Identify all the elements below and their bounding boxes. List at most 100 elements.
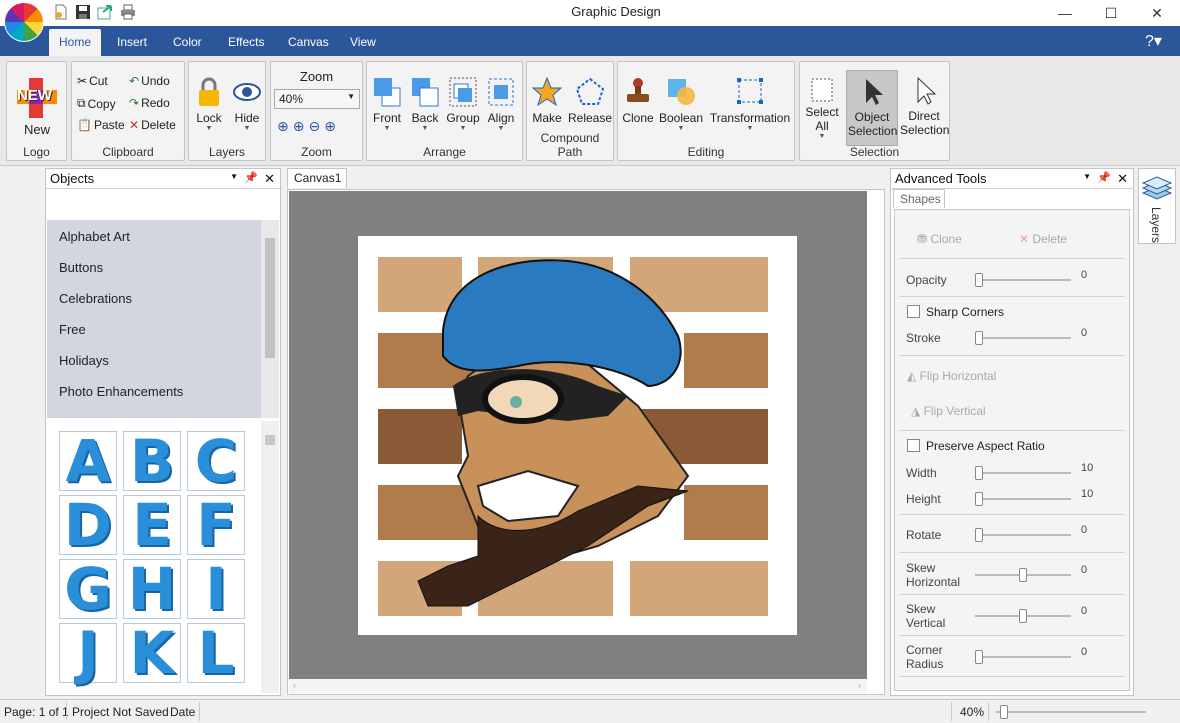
tab-canvas[interactable]: Canvas: [278, 29, 339, 56]
list-item[interactable]: Holidays: [59, 353, 109, 368]
preserve-aspect-checkbox[interactable]: [907, 439, 920, 452]
letter-d-tile[interactable]: D: [59, 495, 117, 555]
undo-button[interactable]: ↶ Undo: [129, 74, 170, 88]
layers-side-tab[interactable]: Layers: [1138, 168, 1176, 244]
opacity-slider[interactable]: [975, 273, 1071, 287]
zoom-in-icon[interactable]: ⊕: [293, 118, 305, 135]
save-icon[interactable]: [75, 4, 91, 20]
sharp-corners-checkbox[interactable]: [907, 305, 920, 318]
clone-button[interactable]: Clone: [620, 76, 656, 125]
align-button[interactable]: Align ▼: [483, 76, 519, 133]
delete-button[interactable]: ✕ Delete: [129, 118, 176, 132]
chevron-right-icon[interactable]: ›: [858, 680, 861, 690]
tab-view[interactable]: View: [340, 29, 386, 56]
list-item[interactable]: Buttons: [59, 260, 103, 275]
stroke-slider[interactable]: [975, 331, 1071, 345]
tab-effects[interactable]: Effects: [218, 29, 274, 56]
tab-color[interactable]: Color: [163, 29, 212, 56]
close-icon[interactable]: ✕: [1117, 171, 1128, 187]
slider-thumb[interactable]: [975, 650, 983, 664]
slider-thumb[interactable]: [975, 331, 983, 345]
paste-button[interactable]: 📋 Paste: [77, 118, 125, 132]
pin-icon[interactable]: 📌: [244, 171, 258, 184]
letter-b-tile[interactable]: B: [123, 431, 181, 491]
slider-thumb[interactable]: [1019, 568, 1027, 582]
make-button[interactable]: Make: [529, 76, 565, 125]
zoom-select[interactable]: 40% ▼: [274, 89, 360, 109]
new-file-icon[interactable]: [53, 4, 69, 20]
letter-k-tile[interactable]: K: [123, 623, 181, 683]
letter-c-tile[interactable]: C: [187, 431, 245, 491]
back-button[interactable]: Back ▼: [407, 76, 443, 133]
letters-scrollbar[interactable]: [261, 421, 279, 693]
flip-vertical-button[interactable]: ◮ Flip Vertical: [911, 404, 986, 418]
tab-canvas1[interactable]: Canvas1: [287, 168, 347, 188]
list-item[interactable]: Free: [59, 322, 86, 337]
rotate-slider[interactable]: [975, 528, 1071, 542]
flip-horizontal-button[interactable]: ◭ Flip Horizontal: [907, 369, 996, 383]
skew-horizontal-slider[interactable]: [975, 568, 1071, 582]
maximize-button[interactable]: ☐: [1088, 0, 1134, 26]
tab-home[interactable]: Home: [49, 29, 102, 56]
front-button[interactable]: Front ▼: [369, 76, 405, 133]
height-slider[interactable]: [975, 492, 1071, 506]
direct-selection-button[interactable]: Direct Selection: [900, 76, 949, 137]
print-icon[interactable]: [120, 4, 136, 20]
slider-thumb[interactable]: [975, 273, 983, 287]
letter-h-tile[interactable]: H: [123, 559, 181, 619]
zoom-slider[interactable]: [996, 705, 1146, 719]
letter-a-tile[interactable]: A: [59, 431, 117, 491]
slider-thumb[interactable]: [1019, 609, 1027, 623]
list-item[interactable]: Alphabet Art: [59, 229, 130, 244]
close-icon[interactable]: ✕: [264, 171, 275, 187]
slider-thumb[interactable]: [975, 466, 983, 480]
chevron-left-icon[interactable]: ‹: [293, 680, 296, 690]
slider-thumb[interactable]: [1000, 705, 1008, 719]
cut-button[interactable]: ✂ Cut: [77, 74, 108, 88]
lock-button[interactable]: Lock ▼: [191, 76, 227, 133]
letter-j-tile[interactable]: J: [59, 623, 117, 683]
slider-thumb[interactable]: [975, 492, 983, 506]
hide-button[interactable]: Hide ▼: [229, 76, 265, 133]
skew-vertical-slider[interactable]: [975, 609, 1071, 623]
minimize-button[interactable]: —: [1042, 0, 1088, 26]
tab-insert[interactable]: Insert: [107, 29, 157, 56]
help-icon[interactable]: ?▾: [1145, 31, 1171, 51]
slider-thumb[interactable]: [975, 528, 983, 542]
dropdown-icon[interactable]: ▼: [230, 172, 238, 181]
list-item[interactable]: Celebrations: [59, 291, 132, 306]
pin-icon[interactable]: 📌: [1097, 171, 1111, 184]
letter-i-tile[interactable]: I: [187, 559, 245, 619]
letter-g-tile[interactable]: G: [59, 559, 117, 619]
width-slider[interactable]: [975, 466, 1071, 480]
design-page[interactable]: [358, 236, 797, 635]
transformation-button[interactable]: Transformation ▼: [708, 76, 792, 133]
scrollbar-thumb[interactable]: [265, 435, 275, 445]
tab-shapes[interactable]: Shapes: [893, 189, 945, 208]
zoom-fit-icon[interactable]: ⊕: [277, 118, 289, 135]
boolean-button[interactable]: Boolean ▼: [658, 76, 704, 133]
clone-prop-button[interactable]: ⛃ Clone: [917, 232, 962, 246]
horizontal-scrollbar[interactable]: ‹ ›: [289, 679, 867, 693]
zoom-actual-icon[interactable]: ⊕: [324, 118, 336, 135]
zoom-out-icon[interactable]: ⊖: [308, 118, 320, 135]
copy-button[interactable]: ⧉ Copy: [77, 96, 116, 111]
category-scrollbar[interactable]: [261, 220, 279, 418]
group-button[interactable]: Group ▼: [445, 76, 481, 133]
new-logo-button[interactable]: NEW New: [9, 76, 65, 137]
corner-radius-slider[interactable]: [975, 650, 1071, 664]
letter-e-tile[interactable]: E: [123, 495, 181, 555]
dropdown-icon[interactable]: ▼: [1083, 172, 1091, 181]
object-selection-button[interactable]: Object Selection: [846, 70, 898, 146]
close-button[interactable]: ✕: [1134, 0, 1180, 26]
letter-f-tile[interactable]: F: [187, 495, 245, 555]
letter-l-tile[interactable]: L: [187, 623, 245, 683]
list-item[interactable]: Photo Enhancements: [59, 384, 183, 399]
release-button[interactable]: Release: [567, 76, 613, 125]
export-icon[interactable]: [97, 4, 113, 20]
delete-prop-button[interactable]: ✕ Delete: [1019, 232, 1067, 246]
app-logo-icon[interactable]: [4, 2, 44, 42]
select-all-button[interactable]: Select All ▼: [802, 76, 842, 141]
scrollbar-thumb[interactable]: [265, 238, 275, 358]
redo-button[interactable]: ↷ Redo: [129, 96, 170, 110]
